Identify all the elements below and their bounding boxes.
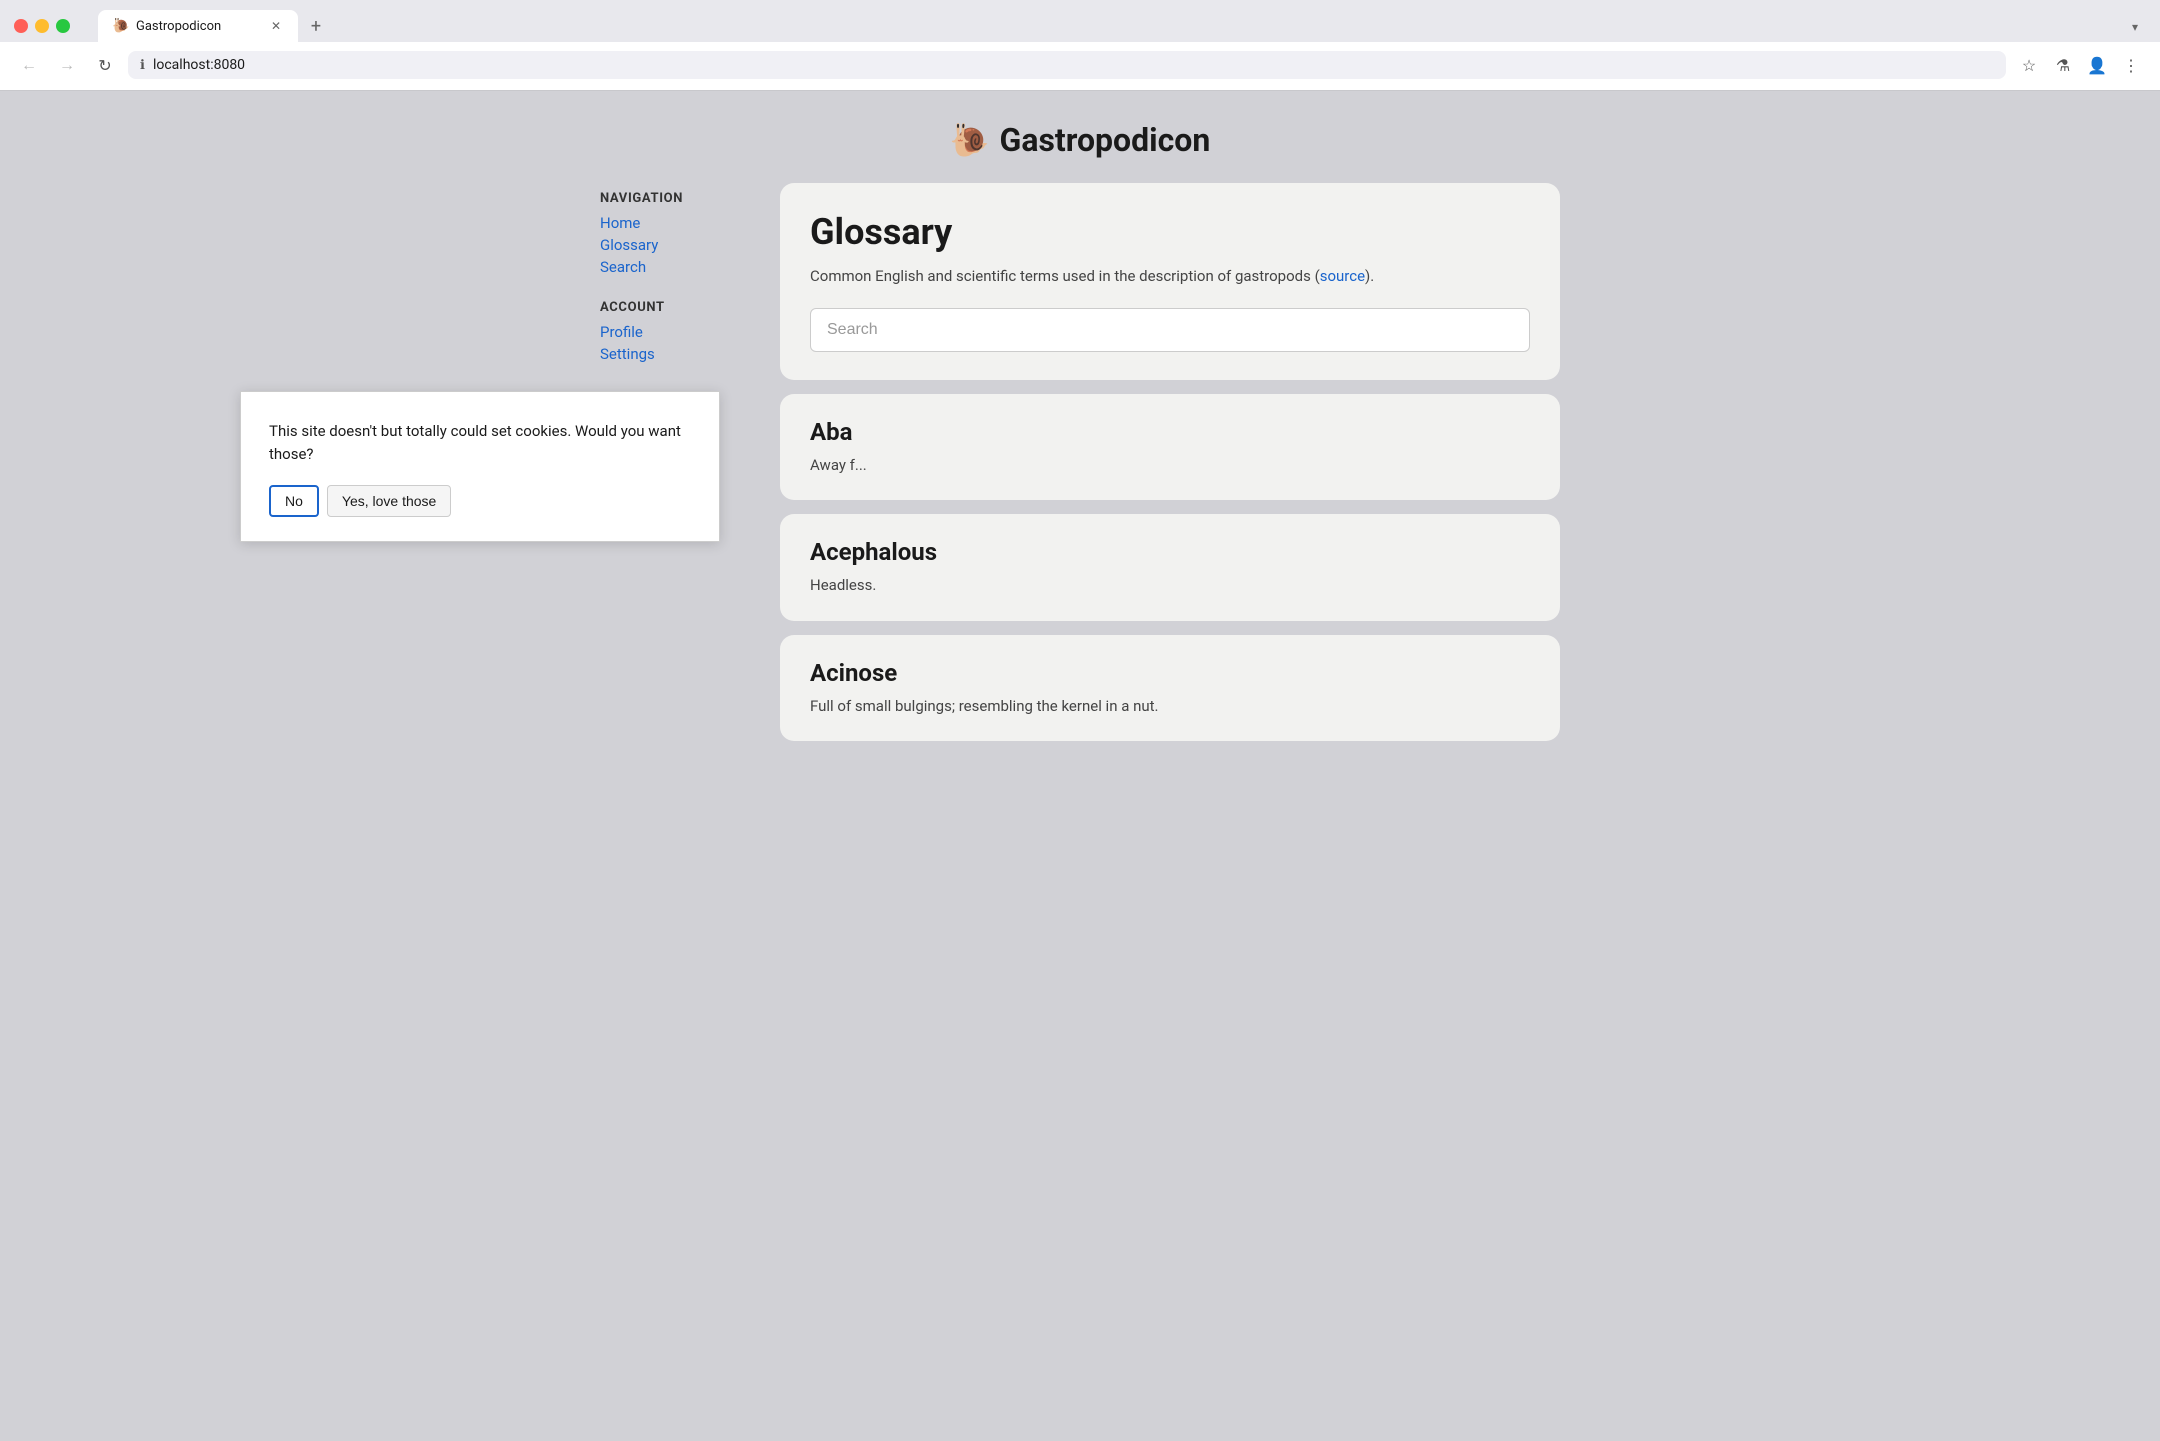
- site-title: Gastropodicon: [1000, 121, 1211, 159]
- term-title-acephalous: Acephalous: [810, 538, 1530, 566]
- description-end: ).: [1365, 267, 1374, 285]
- user-icon[interactable]: 👤: [2082, 50, 2112, 80]
- refresh-button[interactable]: ↻: [90, 50, 120, 80]
- term-definition-aba: Away f...: [810, 454, 1530, 477]
- account-section-title: ACCOUNT: [600, 300, 780, 315]
- cookie-no-button[interactable]: No: [269, 485, 319, 517]
- sidebar-item-home[interactable]: Home: [600, 214, 780, 232]
- active-tab[interactable]: 🐌 Gastropodicon ✕: [98, 10, 298, 42]
- site-header: 🐌 Gastropodicon: [950, 121, 1211, 159]
- term-title-aba: Aba: [810, 418, 1530, 446]
- cookie-dialog: This site doesn't but totally could set …: [240, 391, 720, 542]
- titlebar: 🐌 Gastropodicon ✕ + ▾: [0, 0, 2160, 42]
- toolbar-actions: ☆ ⚗ 👤 ⋮: [2014, 50, 2146, 80]
- main-content-area: Glossary Common English and scientific t…: [780, 183, 1560, 741]
- address-bar[interactable]: ℹ localhost:8080: [128, 51, 2006, 79]
- site-logo-icon: 🐌: [950, 121, 990, 159]
- term-title-acinose: Acinose: [810, 659, 1530, 687]
- cookie-yes-button[interactable]: Yes, love those: [327, 485, 451, 517]
- page-content: 🐌 Gastropodicon NAVIGATION Home Glossary…: [0, 91, 2160, 1441]
- url-display: localhost:8080: [153, 57, 245, 73]
- glossary-title: Glossary: [810, 211, 1530, 253]
- sidebar-item-profile[interactable]: Profile: [600, 323, 780, 341]
- search-input[interactable]: [810, 308, 1530, 352]
- sidebar-item-search[interactable]: Search: [600, 258, 780, 276]
- browser-toolbar: ← → ↻ ℹ localhost:8080 ☆ ⚗ 👤 ⋮: [0, 42, 2160, 90]
- nav-section: NAVIGATION Home Glossary Search: [600, 191, 780, 276]
- forward-button[interactable]: →: [52, 50, 82, 80]
- description-text: Common English and scientific terms used…: [810, 267, 1320, 285]
- cookie-message: This site doesn't but totally could set …: [269, 420, 691, 465]
- menu-button[interactable]: ⋮: [2116, 50, 2146, 80]
- tab-dropdown-button[interactable]: ▾: [2124, 12, 2146, 42]
- term-definition-acephalous: Headless.: [810, 574, 1530, 597]
- traffic-lights: [14, 19, 70, 33]
- source-link[interactable]: source: [1320, 267, 1365, 285]
- tab-favicon-icon: 🐌: [112, 18, 128, 34]
- sidebar-item-glossary[interactable]: Glossary: [600, 236, 780, 254]
- back-button[interactable]: ←: [14, 50, 44, 80]
- new-tab-button[interactable]: +: [302, 12, 330, 40]
- nav-section-title: NAVIGATION: [600, 191, 780, 206]
- glossary-card: Glossary Common English and scientific t…: [780, 183, 1560, 380]
- close-window-button[interactable]: [14, 19, 28, 33]
- sidebar-item-settings[interactable]: Settings: [600, 345, 780, 363]
- glossary-description: Common English and scientific terms used…: [810, 265, 1530, 288]
- tab-bar: 🐌 Gastropodicon ✕ + ▾: [98, 10, 2146, 42]
- term-card-acephalous: Acephalous Headless.: [780, 514, 1560, 621]
- close-tab-button[interactable]: ✕: [268, 19, 284, 33]
- browser-chrome: 🐌 Gastropodicon ✕ + ▾ ← → ↻ ℹ localhost:…: [0, 0, 2160, 91]
- maximize-window-button[interactable]: [56, 19, 70, 33]
- tab-title: Gastropodicon: [136, 19, 260, 34]
- cookie-buttons: No Yes, love those: [269, 485, 691, 517]
- account-section: ACCOUNT Profile Settings: [600, 300, 780, 363]
- minimize-window-button[interactable]: [35, 19, 49, 33]
- main-layout: NAVIGATION Home Glossary Search ACCOUNT …: [600, 183, 1560, 741]
- lock-icon: ℹ: [140, 58, 145, 73]
- term-card-acinose: Acinose Full of small bulgings; resembli…: [780, 635, 1560, 742]
- bookmark-icon[interactable]: ☆: [2014, 50, 2044, 80]
- term-definition-acinose: Full of small bulgings; resembling the k…: [810, 695, 1530, 718]
- term-card-aba: Aba Away f...: [780, 394, 1560, 501]
- flask-icon[interactable]: ⚗: [2048, 50, 2078, 80]
